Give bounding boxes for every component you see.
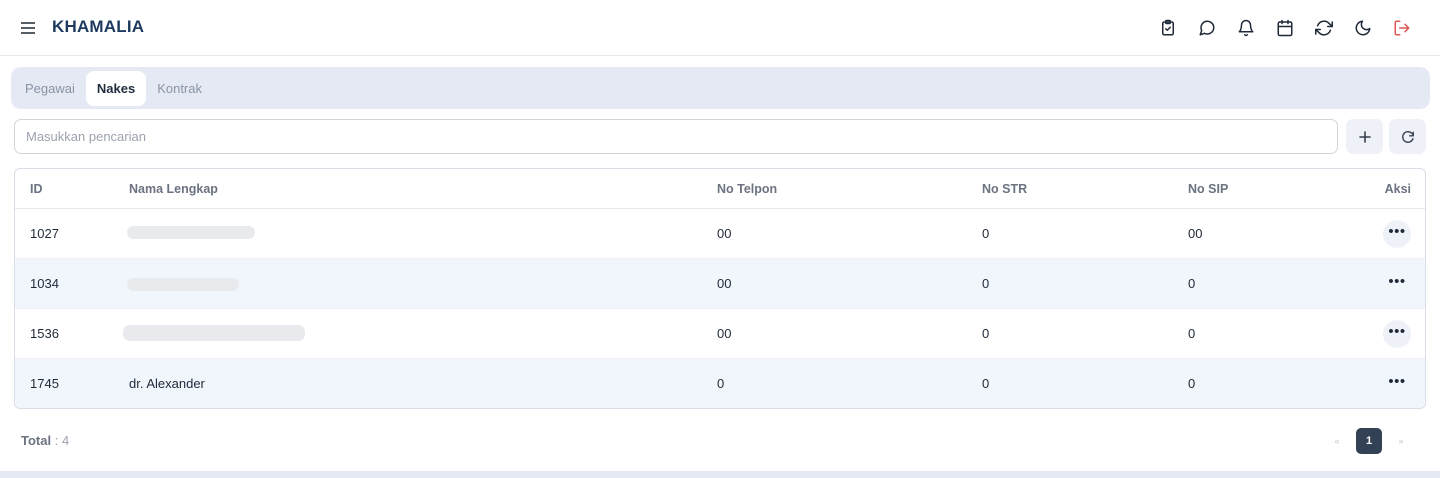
pagination: « 1 » — [1328, 428, 1410, 454]
cell-id: 1027 — [30, 226, 59, 241]
top-navbar: KHAMALIA — [0, 0, 1440, 56]
row-actions-button[interactable]: ••• — [1383, 270, 1411, 298]
col-no-sip: No SIP — [1188, 181, 1229, 196]
col-no-str: No STR — [982, 181, 1028, 196]
table-row: 1536 00 0 0 ••• — [15, 309, 1425, 359]
reload-button[interactable] — [1389, 119, 1426, 154]
table-header: ID Nama Lengkap No Telpon No STR No SIP … — [15, 169, 1425, 209]
cell-str: 0 — [982, 376, 990, 391]
cell-phone: 00 — [717, 326, 732, 341]
refresh-icon[interactable] — [1311, 15, 1336, 40]
col-no-telpon: No Telpon — [717, 181, 778, 196]
tab-pegawai[interactable]: Pegawai — [14, 71, 86, 106]
header-icon-group — [1155, 15, 1414, 40]
cell-id: 1034 — [30, 276, 59, 291]
nakes-table: ID Nama Lengkap No Telpon No STR No SIP … — [14, 168, 1426, 409]
calendar-icon[interactable] — [1272, 15, 1297, 40]
chat-icon[interactable] — [1194, 15, 1219, 40]
redacted-name — [123, 325, 305, 341]
search-input[interactable] — [14, 119, 1338, 154]
page-number-button[interactable]: 1 — [1356, 428, 1382, 454]
add-button[interactable] — [1346, 119, 1383, 154]
cell-sip: 0 — [1188, 376, 1196, 391]
cell-sip: 00 — [1188, 226, 1203, 241]
plus-icon — [1358, 130, 1371, 143]
table-row: 1745 dr. Alexander 0 0 0 ••• — [15, 359, 1425, 408]
rotate-icon — [1401, 130, 1414, 143]
prev-page-button[interactable]: « — [1328, 429, 1346, 454]
bottom-divider — [0, 471, 1440, 478]
more-horizontal-icon: ••• — [1388, 222, 1406, 240]
tab-bar: Pegawai Nakes Kontrak — [11, 67, 1430, 109]
app-brand: KHAMALIA — [52, 17, 145, 36]
tab-kontrak[interactable]: Kontrak — [146, 71, 213, 106]
cell-sip: 0 — [1188, 276, 1196, 291]
redacted-name — [127, 226, 255, 239]
table-row: 1034 00 0 0 ••• — [15, 259, 1425, 309]
col-nama-lengkap: Nama Lengkap — [129, 181, 218, 196]
row-actions-button[interactable]: ••• — [1383, 320, 1411, 348]
clipboard-check-icon[interactable] — [1155, 15, 1180, 40]
col-id: ID — [30, 181, 43, 196]
row-actions-button[interactable]: ••• — [1383, 220, 1411, 248]
menu-icon[interactable] — [16, 16, 40, 40]
cell-sip: 0 — [1188, 326, 1196, 341]
redacted-name — [127, 278, 239, 291]
more-horizontal-icon: ••• — [1388, 322, 1406, 340]
cell-str: 0 — [982, 226, 990, 241]
cell-name: dr. Alexander — [129, 376, 205, 391]
total-value: : 4 — [54, 433, 70, 448]
cell-str: 0 — [982, 326, 990, 341]
more-horizontal-icon: ••• — [1388, 272, 1406, 290]
cell-phone: 0 — [717, 376, 725, 391]
cell-str: 0 — [982, 276, 990, 291]
total-count: Total : 4 — [21, 433, 69, 448]
cell-phone: 00 — [717, 276, 732, 291]
cell-id: 1745 — [30, 376, 59, 391]
table-row: 1027 00 0 00 ••• — [15, 209, 1425, 259]
tab-nakes[interactable]: Nakes — [85, 70, 147, 106]
cell-phone: 00 — [717, 226, 732, 241]
more-horizontal-icon: ••• — [1388, 372, 1406, 390]
logout-icon[interactable] — [1389, 15, 1414, 40]
moon-icon[interactable] — [1350, 15, 1375, 40]
row-actions-button[interactable]: ••• — [1383, 370, 1411, 398]
total-label: Total — [21, 433, 52, 448]
col-aksi: Aksi — [1384, 181, 1411, 196]
bell-icon[interactable] — [1233, 15, 1258, 40]
next-page-button[interactable]: » — [1392, 429, 1410, 454]
cell-id: 1536 — [30, 326, 59, 341]
